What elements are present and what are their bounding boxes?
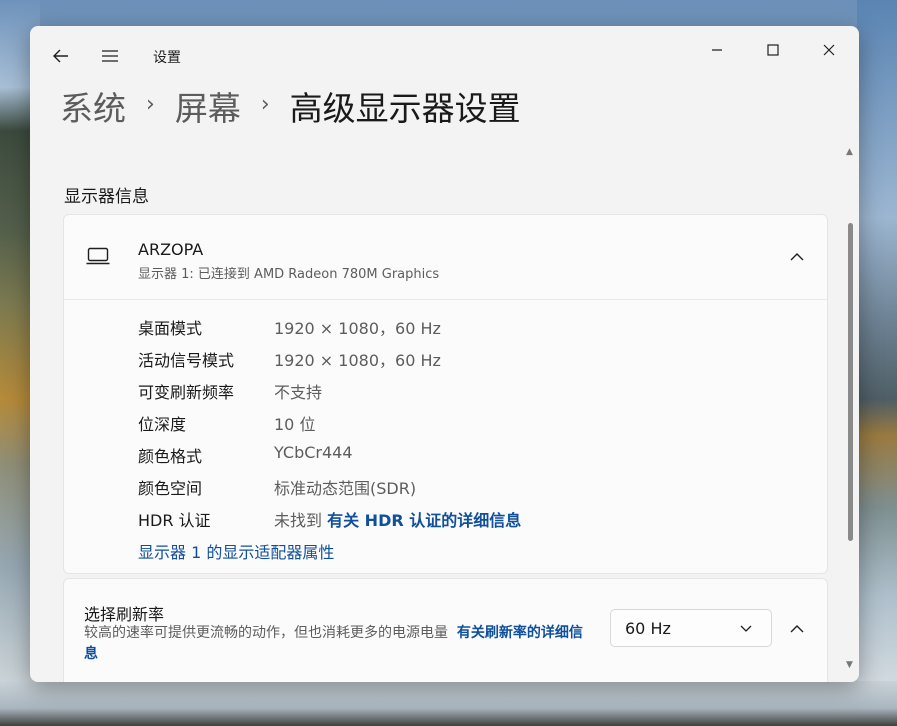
refresh-rate-card: 选择刷新率 较高的速率可提供更流畅的动作，但也消耗更多的电源电量 有关刷新率的详… [63,578,828,682]
close-button[interactable] [806,36,852,66]
info-label: 位深度 [138,415,187,434]
maximize-icon [767,44,779,56]
wallpaper-bottom [0,681,897,726]
refresh-rate-title: 选择刷新率 [84,605,165,624]
info-value: 1920 × 1080，60 Hz [274,319,441,338]
display-info-card: ARZOPA 显示器 1: 已连接到 AMD Radeon 780M Graph… [63,214,828,574]
minimize-button[interactable] [694,36,740,66]
info-label: 可变刷新频率 [138,383,235,402]
info-label: 颜色格式 [138,447,203,466]
page-title: 高级显示器设置 [289,89,521,128]
vertical-scrollbar[interactable]: ▲ ▼ [845,146,857,676]
settings-window: 设置 系统 › 屏幕 › 高级显示器设置 显示器信息 ARZOPA 显示器 1:… [30,26,859,682]
hdr-details-link[interactable]: 有关 HDR 认证的详细信息 [327,511,521,530]
navigation-menu-button[interactable] [99,46,121,68]
refresh-rate-selected-value: 60 Hz [625,619,671,638]
info-label: 桌面模式 [138,319,203,338]
breadcrumb-separator: › [260,91,270,117]
display-subtitle: 显示器 1: 已连接到 AMD Radeon 780M Graphics [138,267,440,282]
back-arrow-icon [53,49,68,63]
scroll-down-arrow-icon[interactable]: ▼ [846,660,853,670]
info-label: 颜色空间 [138,479,203,498]
breadcrumb: 系统 › 屏幕 › 高级显示器设置 [60,84,521,128]
info-value: 不支持 [274,383,323,402]
breadcrumb-item-display[interactable]: 屏幕 [175,82,241,130]
section-title-display-info: 显示器信息 [64,187,149,207]
laptop-icon [86,247,110,265]
close-icon [823,44,835,56]
breadcrumb-separator: › [146,91,155,117]
info-value: YCbCr444 [274,443,353,462]
info-value: 1920 × 1080，60 Hz [274,351,441,370]
scroll-up-arrow-icon[interactable]: ▲ [846,147,853,157]
refresh-rate-dropdown[interactable]: 60 Hz [610,609,772,647]
info-value: 标准动态范围(SDR) [274,479,417,498]
refresh-rate-description: 较高的速率可提供更流畅的动作，但也消耗更多的电源电量 有关刷新率的详细信息 [84,623,584,665]
wallpaper-right [857,0,897,726]
chevron-down-icon [740,625,752,632]
info-value: 未找到 有关 HDR 认证的详细信息 [274,507,521,531]
display-info-header[interactable]: ARZOPA 显示器 1: 已连接到 AMD Radeon 780M Graph… [64,215,827,300]
scrollbar-thumb[interactable] [848,223,853,541]
info-value: 10 位 [274,415,316,434]
chevron-up-icon[interactable] [787,619,807,639]
minimize-icon [712,49,722,51]
info-label: HDR 认证 [138,511,211,530]
hdr-not-found-text: 未找到 [274,511,323,530]
breadcrumb-item-system[interactable]: 系统 [60,82,126,130]
hamburger-menu-icon [102,50,118,62]
info-label: 活动信号模式 [138,351,235,370]
title-bar: 设置 [30,26,859,86]
display-adapter-properties-link[interactable]: 显示器 1 的显示适配器属性 [138,539,334,563]
maximize-button[interactable] [750,36,796,66]
chevron-up-icon[interactable] [787,247,807,267]
back-button[interactable] [50,46,72,68]
refresh-rate-description-text: 较高的速率可提供更流畅的动作，但也消耗更多的电源电量 [84,625,448,641]
window-title: 设置 [153,50,181,66]
display-name: ARZOPA [138,240,204,259]
